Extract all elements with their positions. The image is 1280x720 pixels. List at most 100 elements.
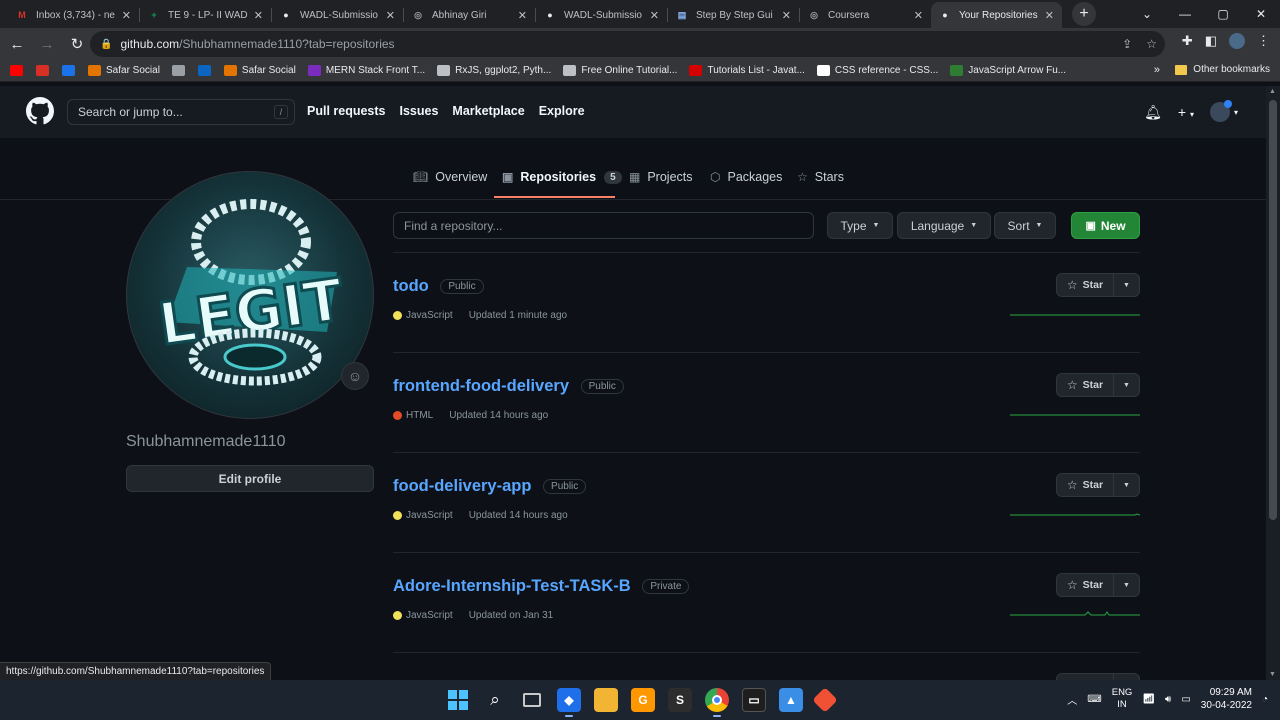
share-icon[interactable]: ⇪ [1122, 37, 1132, 51]
profile-avatar-icon[interactable] [1229, 33, 1245, 49]
repo-name-link[interactable]: frontend-food-delivery Public [393, 377, 624, 396]
side-panel-icon[interactable]: ◧ [1205, 33, 1217, 49]
scrollbar-thumb[interactable] [1269, 100, 1277, 520]
chrome-menu-icon[interactable]: ⋮ [1257, 33, 1270, 49]
new-tab-button[interactable]: + [1072, 2, 1096, 26]
battery-icon[interactable]: ▭ [1181, 694, 1190, 705]
bookmark-item[interactable]: CSS reference - CSS... [816, 65, 938, 76]
sublime-icon[interactable]: G [631, 688, 655, 712]
nav-link-explore[interactable]: Explore [539, 104, 585, 118]
close-window-button[interactable]: ✕ [1242, 7, 1280, 21]
bookmark-item[interactable] [197, 65, 216, 76]
minimize-button[interactable]: — [1166, 7, 1204, 21]
repo-name-link[interactable]: Adore-Internship-Test-TASK-B Private [393, 577, 690, 596]
scroll-up-arrow-icon[interactable]: ▲ [1269, 88, 1276, 95]
star-list-dropdown[interactable]: ▼ [1114, 373, 1140, 397]
terminal-icon[interactable]: ▭ [742, 688, 766, 712]
star-list-dropdown[interactable]: ▼ [1114, 573, 1140, 597]
bookmark-item[interactable]: Tutorials List - Javat... [689, 65, 805, 76]
find-repository-input[interactable]: Find a repository... [393, 212, 814, 239]
star-button[interactable]: ☆ Star [1056, 373, 1114, 397]
bookmarks-overflow-button[interactable]: » [1154, 64, 1160, 76]
repo-name[interactable]: todo [393, 277, 429, 295]
star-list-dropdown[interactable]: ▼ [1114, 273, 1140, 297]
bookmark-item[interactable] [36, 65, 54, 76]
close-tab-icon[interactable]: ✕ [386, 9, 395, 22]
type-filter-dropdown[interactable]: Type ▼ [827, 212, 893, 239]
back-button[interactable]: ← [4, 36, 30, 53]
bookmark-item[interactable]: Safar Social [88, 65, 160, 76]
browser-tab[interactable]: ◎ Abhinay Giri ✕ [404, 2, 535, 28]
git-icon[interactable] [812, 687, 838, 713]
bookmark-item[interactable]: RxJS, ggplot2, Pyth... [437, 65, 551, 76]
github-search-input[interactable]: Search or jump to... / [67, 99, 295, 125]
maximize-button[interactable]: ▢ [1204, 7, 1242, 21]
close-tab-icon[interactable]: ✕ [518, 9, 527, 22]
photos-icon[interactable]: ▲ [779, 688, 803, 712]
star-button[interactable]: ☆ Star [1056, 573, 1114, 597]
nav-link-issues[interactable]: Issues [400, 104, 439, 118]
scroll-down-arrow-icon[interactable]: ▼ [1269, 671, 1276, 678]
nav-link-pull-requests[interactable]: Pull requests [307, 104, 386, 118]
browser-tab[interactable]: + TE 9 - LP- II WAD ✕ [140, 2, 271, 28]
new-repository-button[interactable]: ▣ New [1071, 212, 1140, 239]
language-indicator[interactable]: ENG IN [1112, 687, 1133, 711]
repo-name-link[interactable]: todo Public [393, 277, 484, 296]
app-s-icon[interactable]: S [668, 688, 692, 712]
file-explorer-icon[interactable] [594, 688, 618, 712]
tab-packages[interactable]: ⬡ Packages [710, 170, 782, 184]
repo-name-link[interactable]: food-delivery-app Public [393, 477, 587, 496]
tab-projects[interactable]: ▦ Projects [629, 170, 693, 184]
chrome-icon[interactable] [705, 688, 729, 717]
sort-dropdown[interactable]: Sort ▼ [994, 212, 1056, 239]
task-view-icon[interactable] [520, 688, 544, 712]
volume-icon[interactable]: 🔊︎ [1165, 694, 1171, 705]
address-bar[interactable]: 🔒 github.com/Shubhamnemade1110?tab=repos… [90, 31, 1165, 57]
browser-tab[interactable]: ● Your Repositories ✕ [931, 2, 1062, 28]
notifications-bell-icon[interactable]: 🔔︎ [1144, 104, 1162, 121]
close-tab-icon[interactable]: ✕ [650, 9, 659, 22]
browser-tab[interactable]: ▤ Step By Step Gui ✕ [668, 2, 799, 28]
bookmark-item[interactable] [171, 65, 190, 76]
search-icon[interactable]: ⌕ [483, 688, 507, 712]
edit-profile-button[interactable]: Edit profile [126, 465, 374, 492]
tab-repositories[interactable]: ▣ Repositories 5 [502, 170, 622, 184]
star-list-dropdown[interactable]: ▼ [1114, 473, 1140, 497]
tab-stars[interactable]: ☆ Stars [797, 170, 844, 184]
set-status-smiley-icon[interactable]: ☺ [341, 362, 369, 390]
bookmark-item[interactable]: MERN Stack Front T... [307, 65, 425, 76]
tab-search-icon[interactable]: ⌄ [1128, 7, 1166, 21]
star-button[interactable] [1056, 673, 1114, 680]
repo-name[interactable]: frontend-food-delivery [393, 377, 569, 395]
extensions-icon[interactable]: ✚ [1182, 33, 1193, 49]
nav-link-marketplace[interactable]: Marketplace [452, 104, 524, 118]
star-button[interactable]: ☆ Star [1056, 273, 1114, 297]
page-scrollbar[interactable]: ▲ ▼ [1266, 86, 1280, 680]
bookmark-item[interactable] [10, 65, 28, 76]
bookmark-item[interactable]: JavaScript Arrow Fu... [950, 65, 1066, 76]
notification-icon[interactable]: ◔ [1262, 694, 1268, 705]
forward-button[interactable]: → [34, 36, 60, 53]
close-tab-icon[interactable]: ✕ [1045, 9, 1054, 22]
close-tab-icon[interactable]: ✕ [254, 9, 263, 22]
close-tab-icon[interactable]: ✕ [122, 9, 131, 22]
bookmark-item[interactable]: Safar Social [223, 65, 296, 76]
tab-overview[interactable]: 📖︎ Overview [413, 170, 487, 184]
wifi-icon[interactable]: 📶︎ [1142, 694, 1155, 705]
keyboard-icon[interactable]: ⌨ [1087, 694, 1101, 705]
github-logo-icon[interactable] [26, 97, 54, 125]
star-list-dropdown[interactable] [1114, 673, 1140, 680]
browser-tab[interactable]: M Inbox (3,734) - ne ✕ [8, 2, 139, 28]
windows-start-icon[interactable] [446, 688, 470, 712]
browser-tab[interactable]: ● WADL-Submissio ✕ [272, 2, 403, 28]
vscode-icon[interactable]: ◆ [557, 688, 581, 717]
tray-overflow-chevron-icon[interactable]: ︿ [1067, 692, 1077, 707]
star-button[interactable]: ☆ Star [1056, 473, 1114, 497]
repo-name[interactable]: food-delivery-app [393, 477, 531, 495]
close-tab-icon[interactable]: ✕ [782, 9, 791, 22]
reload-button[interactable]: ↻ [64, 35, 90, 53]
browser-tab[interactable]: ● WADL-Submissio ✕ [536, 2, 667, 28]
other-bookmarks[interactable]: Other bookmarks [1175, 64, 1270, 75]
language-filter-dropdown[interactable]: Language ▼ [897, 212, 991, 239]
bookmark-item[interactable]: Free Online Tutorial... [563, 65, 677, 76]
